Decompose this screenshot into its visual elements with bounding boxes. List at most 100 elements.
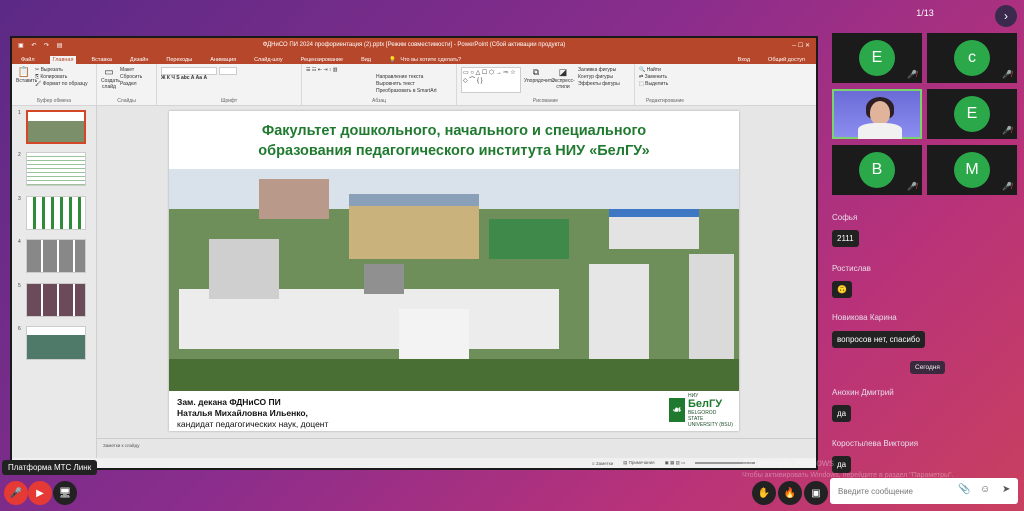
window-controls[interactable]: ─ ☐ ✕	[792, 42, 810, 49]
emoji-icon[interactable]: ☺	[980, 484, 990, 495]
send-icon[interactable]: ➤	[1002, 484, 1010, 495]
arrange-button[interactable]: ⧉ Упорядочить	[524, 67, 554, 93]
paragraph-group: ☰ ☷ ⇤ ⇥ ↕ ▥ Направление текста Выровнять…	[302, 64, 457, 105]
slides-group: ▭ Создать слайд Макет Сбросить Раздел Сла…	[97, 64, 157, 105]
attach-icon[interactable]: 📎	[958, 484, 970, 495]
avatar: M	[954, 152, 990, 188]
chat-input-placeholder: Введите сообщение	[838, 486, 913, 496]
select-button[interactable]: ⬚ Выделить	[639, 81, 691, 88]
windows-activation-watermark: Активация Windows	[742, 458, 835, 469]
chat-message: 2111	[832, 230, 859, 247]
participant-tile[interactable]: E 🎤̸	[832, 33, 922, 83]
camera-toggle-button[interactable]: ▶	[28, 481, 52, 505]
tab-review[interactable]: Рецензирование	[298, 56, 346, 64]
font-size-input[interactable]	[219, 67, 237, 75]
view-buttons[interactable]: ▣ ▦ ▥ ▭	[665, 460, 686, 466]
tab-animation[interactable]: Анимация	[207, 56, 239, 64]
clipboard-group: 📋 Вставить ✂ Вырезать ⎘ Копировать 🖌 Форм…	[12, 64, 97, 105]
new-slide-button[interactable]: ▭ Создать слайд	[101, 67, 120, 90]
slide-thumbnail-2[interactable]	[26, 152, 86, 186]
slide-thumbnail-6[interactable]	[26, 326, 86, 360]
layout-toggle-button[interactable]: ▣	[804, 481, 828, 505]
find-button[interactable]: 🔍 Найти	[639, 67, 691, 74]
reactions-button[interactable]: 🔥	[778, 481, 802, 505]
participant-tile[interactable]: M 🎤̸	[927, 145, 1017, 195]
quick-styles-button[interactable]: ◪ Экспресс-стили	[551, 67, 575, 93]
login-link[interactable]: Вход	[735, 56, 753, 64]
paste-button[interactable]: 📋 Вставить	[16, 67, 37, 88]
ribbon: 📋 Вставить ✂ Вырезать ⎘ Копировать 🖌 Форм…	[12, 64, 816, 106]
slide-thumbnail-5[interactable]	[26, 283, 86, 317]
mic-off-icon: 🎤	[9, 487, 23, 499]
muted-mic-icon: 🎤̸	[1002, 126, 1012, 135]
section-button[interactable]: Раздел	[120, 81, 142, 88]
shape-fill-button[interactable]: Заливка фигуры	[578, 67, 620, 74]
tab-view[interactable]: Вид	[358, 56, 374, 64]
participant-tile[interactable]: c 🎤̸	[927, 33, 1017, 83]
tab-insert[interactable]: Вставка	[88, 56, 114, 64]
thumb-number: 4	[18, 239, 21, 245]
slide-thumbnail-3[interactable]	[26, 196, 86, 230]
share-button[interactable]: Общий доступ	[765, 56, 808, 64]
powerpoint-workspace: 1 2 3 4 5 6 Факультет дошкольного, начал…	[12, 106, 816, 458]
thumb-number: 5	[18, 283, 21, 289]
chat-message-input[interactable]: Введите сообщение 📎 ☺ ➤	[830, 478, 1018, 504]
arrange-icon: ⧉	[532, 67, 540, 77]
layout-button[interactable]: Макет	[120, 67, 142, 74]
mic-toggle-button[interactable]: 🎤	[4, 481, 28, 505]
date-badge: Сегодня	[910, 361, 945, 374]
smartart-button[interactable]: Преобразовать в SmartArt	[306, 88, 452, 95]
chevron-right-icon: ›	[1004, 9, 1008, 23]
slide-title: Факультет дошкольного, начального и спец…	[258, 123, 650, 159]
slide-thumbnail-4[interactable]	[26, 239, 86, 273]
font-format-icons[interactable]: Ж К Ч S abc A Аа A	[161, 75, 297, 82]
font-group: Ж К Ч S abc A Аа A Шрифт	[157, 64, 302, 105]
align-text-button[interactable]: Выровнять текст	[306, 81, 452, 88]
copy-button[interactable]: ⎘ Копировать	[35, 74, 88, 81]
text-direction-button[interactable]: Направление текста	[306, 74, 452, 81]
slide-thumbnail-1[interactable]	[26, 110, 86, 144]
format-painter-button[interactable]: 🖌 Формат по образцу	[35, 81, 88, 88]
tab-slideshow[interactable]: Слайд-шоу	[251, 56, 286, 64]
list-icons[interactable]: ☰ ☷ ⇤ ⇥ ↕ ▥	[306, 67, 452, 74]
editing-group: 🔍 Найти ⇄ Заменить ⬚ Выделить Редактиров…	[635, 64, 695, 105]
chat-author: Софья	[832, 213, 858, 222]
muted-mic-icon: 🎤̸	[1002, 182, 1012, 191]
current-slide[interactable]: Факультет дошкольного, начального и спец…	[169, 111, 739, 431]
raise-hand-button[interactable]: ✋	[752, 481, 776, 505]
font-name-input[interactable]	[161, 67, 217, 75]
muted-mic-icon: 🎤̸	[907, 182, 917, 191]
shapes-gallery[interactable]: ▭ ○ △ ☐ ⬡ → ⇨ ☆ ◇ ⌒ { }	[461, 67, 521, 93]
tab-home[interactable]: Главная	[49, 56, 77, 64]
chat-message: 🙃	[832, 281, 852, 298]
belgu-emblem-icon: ☙	[669, 398, 685, 422]
thumb-number: 1	[18, 110, 21, 116]
paste-icon: 📋	[17, 67, 31, 78]
participant-tile[interactable]: E 🎤̸	[927, 89, 1017, 139]
participant-tile[interactable]: B 🎤̸	[832, 145, 922, 195]
notes-pane[interactable]: Заметки к слайду	[97, 438, 816, 454]
next-slide-button[interactable]: ›	[995, 5, 1017, 27]
new-slide-icon: ▭	[104, 67, 114, 78]
shape-effects-button[interactable]: Эффекты фигуры	[578, 81, 620, 88]
paragraph-label: Абзац	[371, 98, 387, 104]
tab-file[interactable]: Файл	[18, 56, 38, 64]
chat-author: Новикова Карина	[832, 313, 897, 322]
replace-button[interactable]: ⇄ Заменить	[639, 74, 691, 81]
chat-author: Ростислав	[832, 264, 871, 273]
cut-button[interactable]: ✂ Вырезать	[35, 67, 88, 74]
chat-message: вопросов нет, спасибо	[832, 331, 925, 348]
tell-me-search[interactable]: 💡 Что вы хотите сделать?	[386, 56, 467, 64]
styles-icon: ◪	[558, 67, 568, 77]
slide-page-counter: 1/13	[916, 8, 934, 18]
shape-outline-button[interactable]: Контур фигуры	[578, 74, 620, 81]
comments-toggle[interactable]: ▤ Примечания	[623, 460, 655, 466]
notes-toggle[interactable]: ≡ Заметки	[592, 461, 613, 466]
campus-aerial-photo	[169, 169, 739, 391]
participant-camera-tile[interactable]	[832, 89, 922, 139]
tab-transitions[interactable]: Переходы	[163, 56, 195, 64]
tab-design[interactable]: Дизайн	[127, 56, 152, 64]
reset-button[interactable]: Сбросить	[120, 74, 142, 81]
avatar: c	[954, 40, 990, 76]
screen-share-button[interactable]: 🖥	[53, 481, 77, 505]
